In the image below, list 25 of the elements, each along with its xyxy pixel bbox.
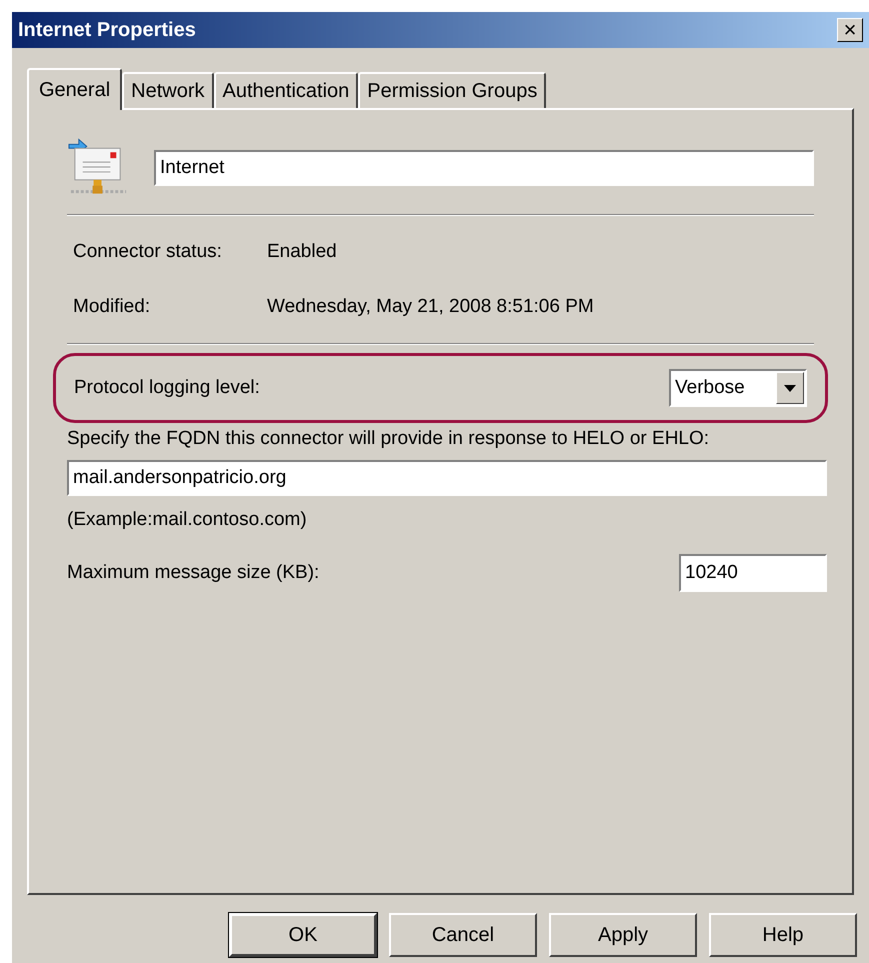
caret-down-icon — [784, 384, 796, 392]
dropdown-value: Verbose — [675, 376, 745, 400]
fqdn-field[interactable]: mail.andersonpatricio.org — [67, 460, 827, 496]
max-size-field[interactable]: 10240 — [679, 554, 827, 592]
window-title: Internet Properties — [18, 18, 196, 43]
tab[interactable]: Permission Groups — [358, 72, 546, 108]
dialog-button[interactable]: OK — [229, 913, 377, 957]
field-label: Modified: — [73, 294, 152, 318]
tab[interactable]: Authentication — [214, 72, 358, 108]
dialog-button[interactable]: Cancel — [389, 913, 537, 957]
max-size-label: Maximum message size (KB): — [67, 560, 320, 585]
tab[interactable]: General — [27, 68, 122, 110]
example-text: (Example:mail.contoso.com) — [67, 508, 308, 532]
name-field[interactable]: Internet — [154, 150, 814, 186]
logging-label: Protocol logging level: — [74, 376, 260, 400]
tab[interactable]: Network — [122, 72, 214, 108]
dialog-button[interactable]: Help — [709, 913, 857, 957]
field-label: Connector status: — [73, 240, 223, 264]
dropdown-button[interactable] — [776, 372, 804, 404]
field-value: Wednesday, May 21, 2008 8:51:06 PM — [267, 294, 594, 318]
logging-dropdown[interactable]: Verbose — [669, 369, 807, 407]
field-value: Enabled — [267, 240, 337, 264]
close-button[interactable]: × — [837, 18, 863, 42]
dialog-button[interactable]: Apply — [549, 913, 697, 957]
fqdn-label: Specify the FQDN this connector will provide in response to HELO or EHLO: — [67, 427, 710, 451]
